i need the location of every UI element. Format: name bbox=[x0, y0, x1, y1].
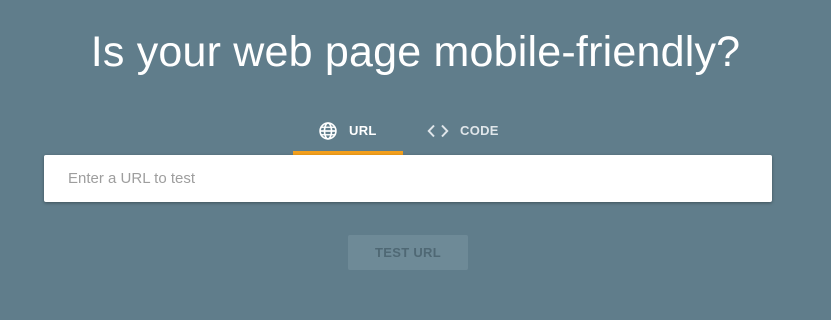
url-input-container bbox=[44, 155, 772, 202]
page-title: Is your web page mobile-friendly? bbox=[90, 28, 741, 76]
page: Is your web page mobile-friendly? URL CO… bbox=[0, 0, 831, 320]
test-url-button[interactable]: TEST URL bbox=[348, 235, 468, 270]
input-mode-tabs: URL CODE bbox=[293, 106, 498, 155]
url-input[interactable] bbox=[44, 155, 772, 202]
tab-code-label: CODE bbox=[460, 123, 499, 138]
code-icon bbox=[427, 124, 449, 138]
tab-code[interactable]: CODE bbox=[293, 106, 498, 155]
